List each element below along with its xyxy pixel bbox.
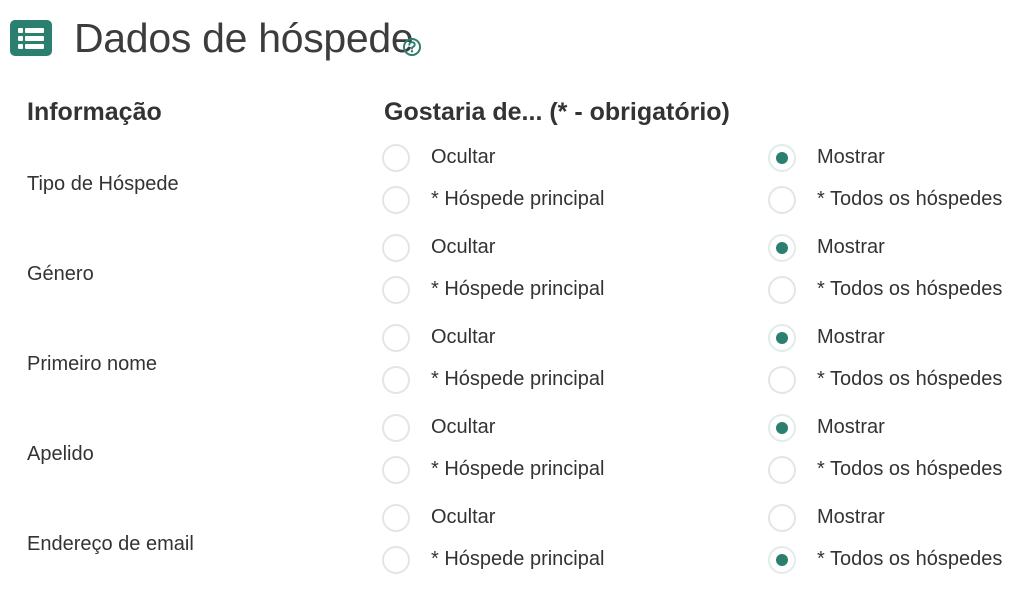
radio-button[interactable] <box>768 276 796 304</box>
list-icon <box>10 20 52 56</box>
field-row: Apelido Ocultar Mostrar * Hóspede principal… <box>0 414 1029 504</box>
field-label: Endereço de email <box>27 533 194 555</box>
radio-label[interactable]: Ocultar <box>431 506 495 529</box>
radio-label[interactable]: * Todos os hóspedes <box>817 548 1002 571</box>
radio-label[interactable]: Mostrar <box>817 236 885 259</box>
radio-button[interactable] <box>382 276 410 304</box>
radio-button[interactable] <box>768 234 796 262</box>
field-row: Tipo de Hóspede Ocultar Mostrar * Hóspede p… <box>0 144 1029 234</box>
column-header-info: Informação <box>27 98 162 126</box>
radio-label[interactable]: * Hóspede principal <box>431 278 604 301</box>
radio-label[interactable]: Mostrar <box>817 416 885 439</box>
radio-label[interactable]: * Hóspede principal <box>431 188 604 211</box>
radio-label[interactable]: * Todos os hóspedes <box>817 368 1002 391</box>
help-icon[interactable] <box>402 37 422 57</box>
field-label: Apelido <box>27 443 94 465</box>
radio-label[interactable]: Ocultar <box>431 416 495 439</box>
radio-button[interactable] <box>382 456 410 484</box>
radio-label[interactable]: Ocultar <box>431 326 495 349</box>
radio-button[interactable] <box>768 414 796 442</box>
field-label: Tipo de Hóspede <box>27 173 179 195</box>
radio-button[interactable] <box>382 234 410 262</box>
radio-label[interactable]: * Todos os hóspedes <box>817 188 1002 211</box>
radio-label[interactable]: * Hóspede principal <box>431 458 604 481</box>
radio-button[interactable] <box>768 144 796 172</box>
radio-label[interactable]: Ocultar <box>431 236 495 259</box>
radio-button[interactable] <box>768 324 796 352</box>
column-header-preferences: Gostaria de... (* - obrigatório) <box>384 98 730 126</box>
radio-button[interactable] <box>768 366 796 394</box>
radio-button[interactable] <box>768 546 796 574</box>
radio-label[interactable]: * Hóspede principal <box>431 368 604 391</box>
radio-label[interactable]: * Todos os hóspedes <box>817 278 1002 301</box>
radio-label[interactable]: * Todos os hóspedes <box>817 458 1002 481</box>
radio-button[interactable] <box>768 186 796 214</box>
page-title: Dados de hóspede <box>74 15 414 61</box>
field-row: Género Ocultar Mostrar * Hóspede principal *… <box>0 234 1029 324</box>
radio-label[interactable]: Mostrar <box>817 146 885 169</box>
radio-label[interactable]: Mostrar <box>817 506 885 529</box>
radio-label[interactable]: * Hóspede principal <box>431 548 604 571</box>
radio-label[interactable]: Ocultar <box>431 146 495 169</box>
radio-button[interactable] <box>382 546 410 574</box>
radio-button[interactable] <box>768 456 796 484</box>
field-label: Primeiro nome <box>27 353 158 375</box>
radio-label[interactable]: Mostrar <box>817 326 885 349</box>
radio-button[interactable] <box>382 366 410 394</box>
radio-button[interactable] <box>382 186 410 214</box>
field-label: Género <box>27 263 94 285</box>
field-row: Endereço de email Ocultar Mostrar * Hóspede… <box>0 504 1029 594</box>
radio-button[interactable] <box>382 324 410 352</box>
field-row: Primeiro nome Ocultar Mostrar * Hóspede pri… <box>0 324 1029 414</box>
radio-button[interactable] <box>768 504 796 532</box>
radio-button[interactable] <box>382 414 410 442</box>
radio-button[interactable] <box>382 144 410 172</box>
radio-button[interactable] <box>382 504 410 532</box>
